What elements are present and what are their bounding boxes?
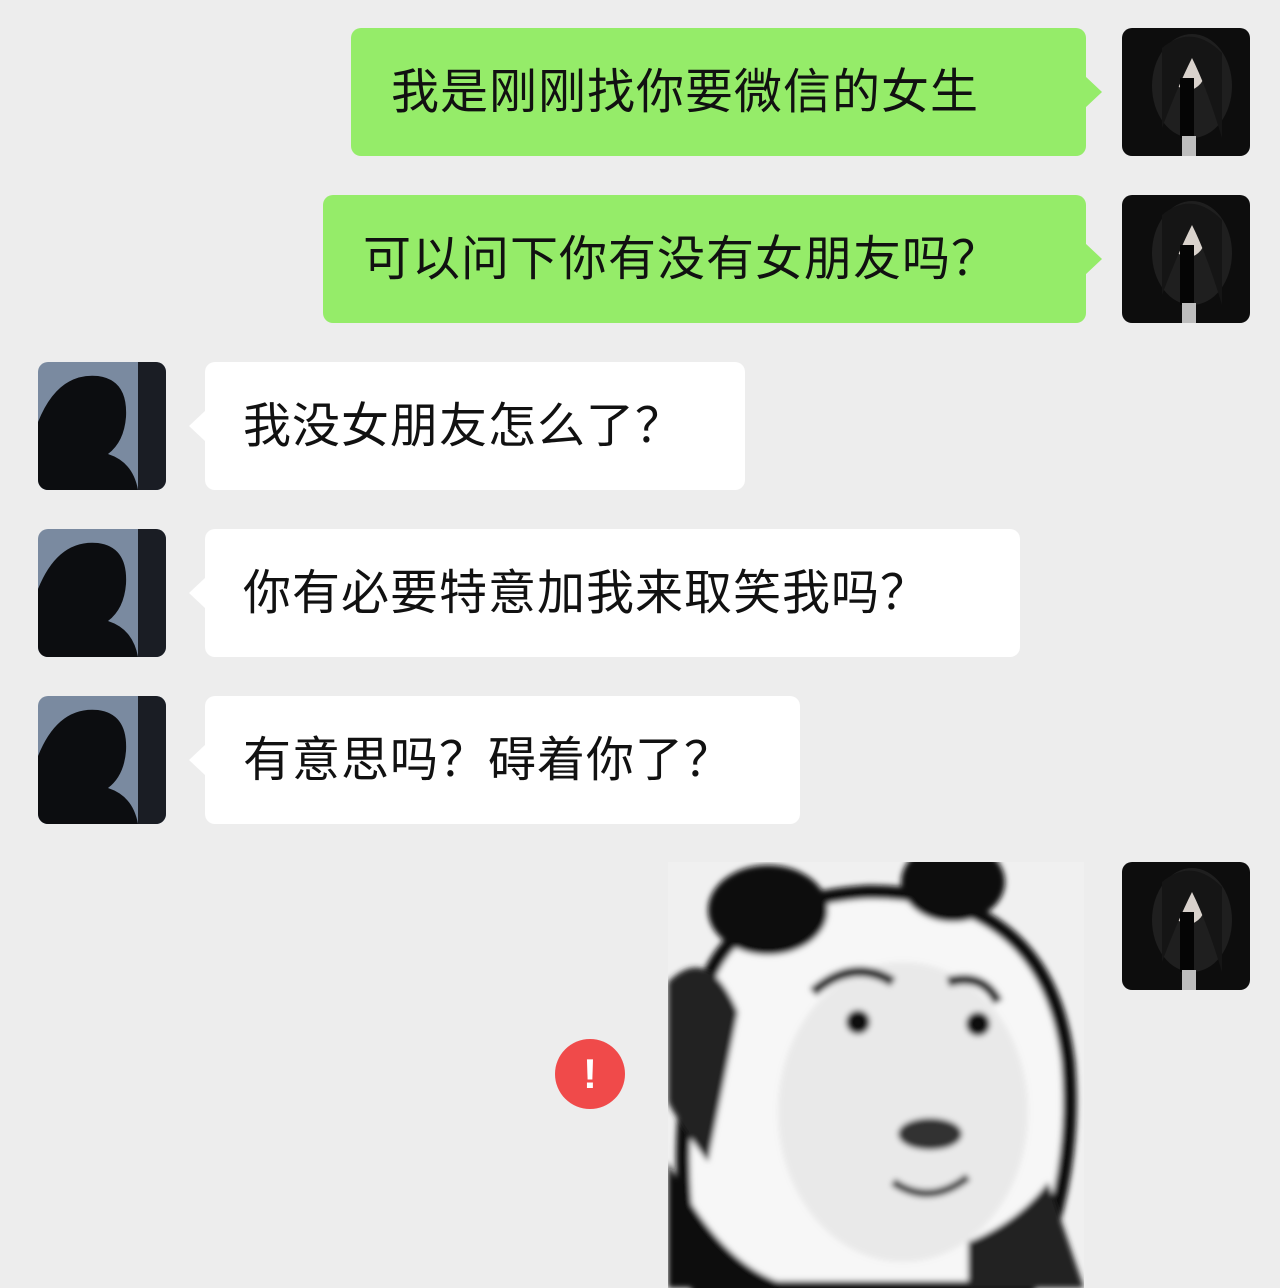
girl-avatar-icon xyxy=(1122,195,1250,323)
message-text: 我是刚刚找你要微信的女生 xyxy=(391,64,980,120)
send-failed-icon[interactable]: ! xyxy=(555,1039,625,1109)
outgoing-message-bubble[interactable]: 可以问下你有没有女朋友吗？ xyxy=(323,195,1102,323)
message-text: 有意思吗？碍着你了？ xyxy=(243,732,734,788)
contact-avatar[interactable] xyxy=(38,696,166,824)
girl-avatar-icon xyxy=(1122,28,1250,156)
my-avatar[interactable] xyxy=(1122,195,1250,323)
silhouette-avatar-icon xyxy=(38,362,166,490)
girl-avatar-icon xyxy=(1122,862,1250,990)
silhouette-avatar-icon xyxy=(38,529,166,657)
incoming-message-bubble[interactable]: 你有必要特意加我来取笑我吗？ xyxy=(189,529,1020,657)
contact-avatar[interactable] xyxy=(38,362,166,490)
message-text: 可以问下你有没有女朋友吗？ xyxy=(363,231,1001,287)
outgoing-message-bubble[interactable]: 我是刚刚找你要微信的女生 xyxy=(351,28,1102,156)
panda-face-meme-sticker[interactable] xyxy=(668,862,1084,1288)
my-avatar[interactable] xyxy=(1122,862,1250,990)
silhouette-avatar-icon xyxy=(38,696,166,824)
incoming-message-bubble[interactable]: 我没女朋友怎么了？ xyxy=(189,362,745,490)
message-text: 你有必要特意加我来取笑我吗？ xyxy=(243,565,930,621)
chat-conversation: 我是刚刚找你要微信的女生 可以问下你有没有女朋友吗？ 我没女朋友怎么了？ 你有必… xyxy=(0,0,1280,1288)
error-symbol: ! xyxy=(583,1050,597,1097)
my-avatar[interactable] xyxy=(1122,28,1250,156)
message-text: 我没女朋友怎么了？ xyxy=(243,398,685,454)
incoming-message-bubble[interactable]: 有意思吗？碍着你了？ xyxy=(189,696,800,824)
contact-avatar[interactable] xyxy=(38,529,166,657)
panda-face-icon xyxy=(668,862,1084,1288)
